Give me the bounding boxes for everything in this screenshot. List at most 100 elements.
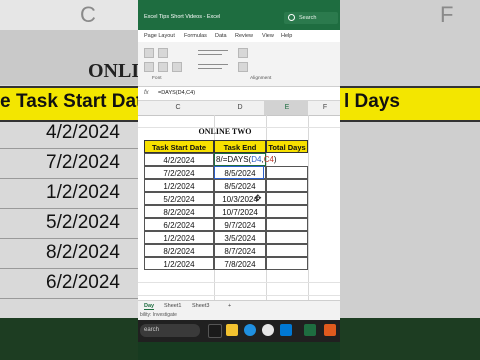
- search-placeholder: Search: [299, 15, 317, 21]
- font-color-icon[interactable]: [172, 62, 182, 72]
- status-text: bility: Investigate: [140, 312, 177, 318]
- align-center-icon[interactable]: [198, 68, 222, 69]
- cell-start-date[interactable]: 6/2/2024: [144, 218, 214, 231]
- ribbon-group-alignment: Alignment: [250, 76, 272, 81]
- header-task-end-date[interactable]: Task End Date: [214, 140, 266, 165]
- grid-line: [308, 115, 309, 300]
- add-sheet-button[interactable]: +: [228, 303, 231, 309]
- cell-start-date[interactable]: 1/2/2024: [144, 231, 214, 244]
- bg-date: 5/2/2024: [46, 212, 120, 233]
- tab-day[interactable]: Day: [144, 303, 155, 310]
- menu-review[interactable]: Review: [235, 33, 253, 39]
- bg-header-left-text: e: [0, 91, 11, 112]
- cell-start-date[interactable]: 1/2/2024: [144, 179, 214, 192]
- title-bar: Excel Tips Short Videos - Excel Search: [138, 0, 340, 30]
- fill-color-icon[interactable]: [158, 62, 168, 72]
- cell-start-date[interactable]: 8/2/2024: [144, 205, 214, 218]
- bg-row-divider: [0, 238, 138, 239]
- cell-end-date[interactable]: 8/5/2024: [214, 179, 266, 192]
- column-header-f[interactable]: F: [310, 104, 340, 111]
- grid-line: [138, 295, 340, 296]
- bg-date: 1/2/2024: [46, 182, 120, 203]
- bg-right-panel: [340, 0, 480, 360]
- edit-ref-c4: C4: [263, 155, 274, 164]
- search-input[interactable]: Search: [284, 12, 338, 24]
- edit-close: ): [273, 155, 277, 164]
- bg-row-divider: [0, 268, 138, 269]
- ribbon: Font Alignment: [138, 42, 340, 87]
- cell-start-date[interactable]: 8/2/2024: [144, 244, 214, 257]
- column-header-e[interactable]: E: [266, 104, 308, 111]
- chrome-icon[interactable]: [262, 324, 274, 336]
- status-bar: bility: Investigate: [138, 312, 340, 320]
- header-total-days[interactable]: Total Days: [266, 140, 308, 153]
- cell-total-days[interactable]: [266, 192, 308, 205]
- cell-total-days[interactable]: [266, 166, 308, 179]
- excel-window: Excel Tips Short Videos - Excel Search P…: [138, 0, 340, 360]
- bg-row-divider: [0, 178, 138, 179]
- menu-data[interactable]: Data: [215, 33, 227, 39]
- store-icon[interactable]: [280, 324, 292, 336]
- cell-end-date[interactable]: 7/8/2024: [214, 257, 266, 270]
- align-left-icon[interactable]: [198, 64, 228, 65]
- start-icon[interactable]: [208, 324, 222, 338]
- cell-start-date[interactable]: 1/2/2024: [144, 257, 214, 270]
- column-header-c[interactable]: C: [142, 104, 214, 111]
- cell-total-days[interactable]: [266, 218, 308, 231]
- cell-end-date[interactable]: 9/7/2024: [214, 218, 266, 231]
- taskbar-search-label: earch: [144, 327, 160, 333]
- bg-column-header: [0, 0, 138, 30]
- cell-total-days[interactable]: [266, 244, 308, 257]
- formula-text[interactable]: =DAYS(D4,C4): [158, 90, 195, 96]
- border-icon[interactable]: [144, 62, 154, 72]
- search-icon: [288, 14, 295, 21]
- menu-page-layout[interactable]: Page Layout: [144, 33, 175, 39]
- bg-header-mid-text: Task Start Dat: [16, 91, 143, 112]
- column-header-d[interactable]: D: [214, 104, 266, 111]
- cell-start-date[interactable]: 5/2/2024: [144, 192, 214, 205]
- file-explorer-icon[interactable]: [226, 324, 238, 336]
- cell-start-date[interactable]: 4/2/2024: [144, 153, 214, 166]
- cell-end-date[interactable]: 3/5/2024: [214, 231, 266, 244]
- edge-icon[interactable]: [244, 324, 256, 336]
- edit-fn: =DAYS(: [222, 155, 252, 164]
- excel-icon[interactable]: [304, 324, 316, 336]
- cell-end-date[interactable]: 8/7/2024: [214, 244, 266, 257]
- font-grow-icon[interactable]: [158, 48, 168, 58]
- cell-start-date[interactable]: 7/2/2024: [144, 166, 214, 179]
- tab-sheet1[interactable]: Sheet1: [164, 303, 181, 309]
- align-middle-icon[interactable]: [198, 54, 222, 55]
- header-task-start-date[interactable]: Task Start Date: [144, 140, 214, 153]
- font-size-icon[interactable]: [144, 48, 154, 58]
- menu-help[interactable]: Help: [281, 33, 292, 39]
- bg-date: 7/2/2024: [46, 152, 120, 173]
- ribbon-group-font: Font: [152, 76, 162, 81]
- grid-line: [138, 282, 340, 283]
- merge-icon[interactable]: [238, 62, 248, 72]
- bg-date: 8/2/2024: [46, 242, 120, 263]
- tab-sheet3[interactable]: Sheet3: [192, 303, 209, 309]
- bg-col-letter-c: C: [80, 2, 96, 27]
- menu-view[interactable]: View: [262, 33, 274, 39]
- cell-formula-editor[interactable]: 8/=DAYS(D4,C4): [216, 153, 277, 166]
- table-title: ONLINE TWO: [198, 127, 252, 136]
- app-icon[interactable]: [324, 324, 336, 336]
- formula-bar[interactable]: fx =DAYS(D4,C4): [138, 88, 340, 101]
- bg-row-divider: [0, 298, 138, 299]
- cell-total-days[interactable]: [266, 257, 308, 270]
- wrap-text-icon[interactable]: [238, 48, 248, 58]
- bg-header-right-text: l Days: [344, 91, 400, 112]
- bg-date: 4/2/2024: [46, 122, 120, 143]
- menu-formulas[interactable]: Formulas: [184, 33, 207, 39]
- bottom-band: [138, 342, 340, 360]
- cell-total-days[interactable]: [266, 205, 308, 218]
- fx-icon[interactable]: fx: [144, 90, 149, 96]
- cell-total-days[interactable]: [266, 179, 308, 192]
- menu-bar: Page Layout Formulas Data Review View He…: [138, 30, 340, 42]
- edit-ref-d4: D4: [251, 155, 262, 164]
- align-top-icon[interactable]: [198, 50, 228, 51]
- bg-row-divider: [0, 148, 138, 149]
- cell-end-date[interactable]: 10/7/2024: [214, 205, 266, 218]
- taskbar-search[interactable]: earch: [140, 324, 200, 337]
- cell-total-days[interactable]: [266, 231, 308, 244]
